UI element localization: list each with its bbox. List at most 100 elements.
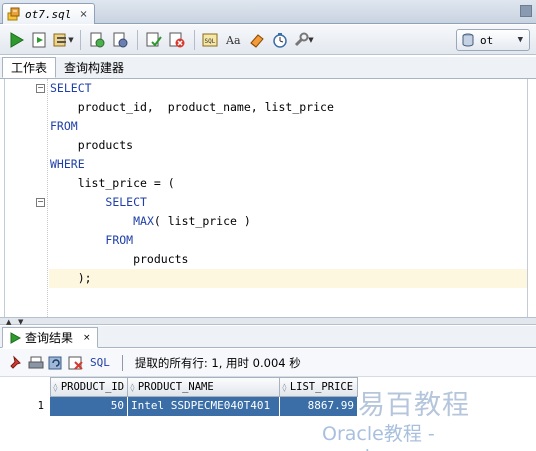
- sort-icon: ◊: [282, 382, 287, 392]
- commit-button[interactable]: [143, 29, 165, 51]
- sql-history-button[interactable]: SQL: [200, 29, 222, 51]
- document-tab-ot7[interactable]: ot7.sql ×: [2, 3, 95, 24]
- sort-icon: ◊: [53, 382, 58, 392]
- sql-button[interactable]: SQL: [90, 356, 110, 369]
- code-line[interactable]: products: [49, 136, 527, 155]
- row-number-header: [6, 377, 50, 397]
- code-line[interactable]: FROM: [49, 117, 527, 136]
- code-line[interactable]: list_price = (: [49, 174, 527, 193]
- svg-text:SQL: SQL: [205, 38, 216, 45]
- code-line[interactable]: SELECT: [49, 193, 527, 212]
- results-toolbar: SQL 提取的所有行: 1, 用时 0.004 秒: [0, 349, 536, 377]
- cell-list-price[interactable]: 8867.99: [280, 397, 358, 416]
- results-tabs: 查询结果 ×: [0, 326, 536, 348]
- editor-gutter: − −: [5, 79, 47, 317]
- column-header-product-id[interactable]: ◊ PRODUCT_ID: [50, 377, 128, 397]
- refresh-icon[interactable]: [48, 355, 64, 371]
- code-text: product_id, product_name, list_price: [50, 100, 334, 114]
- print-icon[interactable]: [28, 355, 44, 371]
- maximize-icon[interactable]: [520, 5, 532, 17]
- sql-keyword: SELECT: [105, 195, 147, 209]
- run-icon: [10, 331, 21, 344]
- svg-text:Aa: Aa: [225, 34, 241, 47]
- sql-keyword: FROM: [105, 233, 134, 247]
- sql-monitor-button[interactable]: [269, 29, 291, 51]
- column-header-product-name[interactable]: ◊ PRODUCT_NAME: [128, 377, 280, 397]
- explain-plan-icon: [90, 32, 105, 47]
- rollback-icon: [169, 32, 185, 47]
- sql-tuning-icon: [113, 32, 128, 47]
- document-tab-title: ot7.sql: [25, 7, 72, 21]
- connection-selector[interactable]: ot ▼: [456, 29, 530, 51]
- code-line[interactable]: SELECT: [49, 79, 527, 98]
- table-row[interactable]: 1 50 Intel SSDPECME040T401 8867.99: [6, 397, 536, 416]
- toolbar-separator: [121, 354, 123, 371]
- chevron-down-icon: ▼: [517, 35, 523, 45]
- code-line[interactable]: FROM: [49, 231, 527, 250]
- toolbar-separator: [137, 29, 138, 50]
- code-line[interactable]: product_id, product_name, list_price: [49, 98, 527, 117]
- watermark-site: Oracle教程 - oraok.com: [322, 423, 435, 451]
- cell-product-name[interactable]: Intel SSDPECME040T401: [128, 397, 280, 416]
- run-icon: [10, 31, 24, 48]
- tab-worksheet[interactable]: 工作表: [2, 57, 57, 78]
- grid-header-row: ◊ PRODUCT_ID ◊ PRODUCT_NAME ◊ LIST_PRICE: [6, 377, 536, 397]
- sql-keyword: WHERE: [50, 157, 85, 171]
- pin-icon[interactable]: [8, 354, 24, 371]
- sql-keyword: MAX: [133, 214, 154, 228]
- commit-icon: [146, 32, 162, 47]
- code-line[interactable]: products: [49, 250, 527, 269]
- gutter-divider: [47, 79, 48, 317]
- tab-query-result[interactable]: 查询结果 ×: [2, 327, 98, 348]
- toolbar-separator: [80, 29, 81, 50]
- code-area[interactable]: SELECT product_id, product_name, list_pr…: [49, 79, 527, 288]
- code-text: );: [50, 271, 92, 285]
- run-script-button[interactable]: [29, 29, 51, 51]
- row-number: 1: [6, 397, 50, 416]
- sql-keyword: SELECT: [50, 81, 92, 95]
- database-icon: [462, 33, 474, 47]
- code-text: ( list_price ): [153, 214, 251, 228]
- autotrace-button[interactable]: ▼: [52, 29, 74, 51]
- cancel-icon[interactable]: [68, 355, 84, 371]
- sort-icon: ◊: [130, 382, 135, 392]
- fold-collapse-icon[interactable]: −: [36, 84, 45, 93]
- fetch-status: 提取的所有行: 1, 用时 0.004 秒: [134, 355, 301, 370]
- sql-history-icon: SQL: [202, 33, 218, 46]
- rollback-button[interactable]: [166, 29, 188, 51]
- run-statement-button[interactable]: [6, 29, 28, 51]
- collapse-up-icon[interactable]: ▲: [6, 318, 11, 326]
- worksheet-tabs: 工作表 查询构建器: [0, 57, 536, 79]
- sql-editor[interactable]: − − SELECT product_id, product_name, lis…: [4, 79, 528, 317]
- run-script-icon: [32, 32, 46, 47]
- tab-query-result-label: 查询结果: [25, 331, 74, 345]
- sql-keyword: FROM: [50, 119, 78, 133]
- fold-collapse-icon[interactable]: −: [36, 198, 45, 207]
- connection-label: ot: [480, 33, 494, 47]
- cell-product-id[interactable]: 50: [50, 397, 128, 416]
- code-text: list_price = (: [50, 176, 175, 190]
- clear-button[interactable]: [246, 29, 268, 51]
- code-text: products: [50, 252, 189, 266]
- code-line[interactable]: MAX( list_price ): [49, 212, 527, 231]
- text-case-icon: Aa: [225, 34, 241, 47]
- code-line[interactable]: );: [49, 269, 527, 288]
- monitor-icon: [273, 32, 287, 48]
- editor-toolbar: ▼ SQL Aa ▼ ot ▼: [0, 25, 536, 55]
- sql-tuning-button[interactable]: [109, 29, 131, 51]
- column-header-list-price[interactable]: ◊ LIST_PRICE: [280, 377, 358, 397]
- toolbar-separator: [194, 29, 195, 50]
- code-text: products: [50, 138, 134, 152]
- results-grid[interactable]: ◊ PRODUCT_ID ◊ PRODUCT_NAME ◊ LIST_PRICE 1 …: [6, 377, 536, 416]
- tab-query-builder[interactable]: 查询构建器: [56, 57, 132, 78]
- pane-splitter[interactable]: ▲ ▼: [0, 317, 536, 326]
- code-line[interactable]: WHERE: [49, 155, 527, 174]
- format-button[interactable]: ▼: [292, 29, 314, 51]
- unabbreviate-button[interactable]: Aa: [223, 29, 245, 51]
- close-icon[interactable]: ×: [79, 9, 87, 20]
- close-icon[interactable]: ×: [83, 333, 91, 343]
- explain-plan-button[interactable]: [86, 29, 108, 51]
- collapse-down-icon[interactable]: ▼: [18, 318, 23, 326]
